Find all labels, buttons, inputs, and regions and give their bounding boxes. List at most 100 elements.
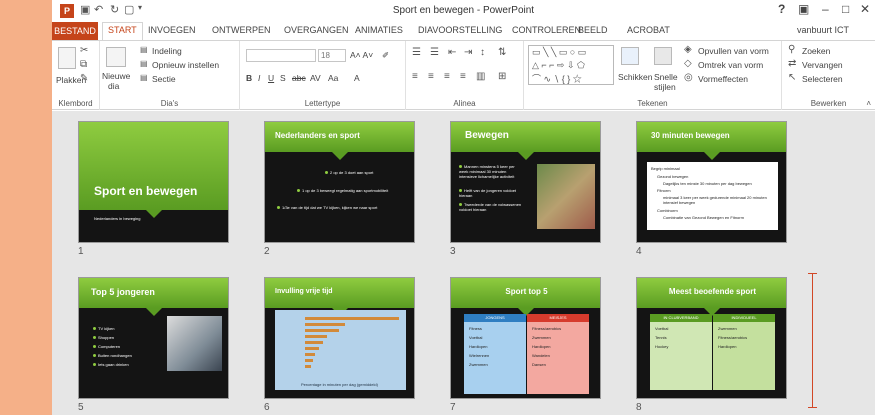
paste-icon bbox=[58, 47, 76, 69]
chart-bar bbox=[305, 323, 345, 326]
convert-smartart-icon[interactable]: ⊞ bbox=[498, 71, 506, 82]
tab-bestand[interactable]: BESTAND bbox=[52, 22, 98, 40]
slide-number-3: 3 bbox=[450, 246, 456, 257]
table-cell: Hardlopen bbox=[532, 344, 551, 349]
table-cell: Fitness/aerobics bbox=[532, 326, 562, 331]
align-right-icon[interactable]: ≡ bbox=[444, 71, 450, 82]
chart-area bbox=[275, 310, 406, 390]
section-button[interactable]: Sectie bbox=[152, 74, 176, 84]
table-cell: Zwemmen bbox=[469, 362, 488, 367]
slide-bullet: Computeren bbox=[93, 344, 120, 349]
justify-icon[interactable]: ≡ bbox=[460, 71, 466, 82]
table-header-boys: JONGENS bbox=[485, 315, 505, 320]
tab-acrobat[interactable]: ACROBAT bbox=[627, 25, 670, 35]
table-cell: Hockey bbox=[655, 344, 669, 349]
font-color-icon[interactable]: A bbox=[354, 73, 360, 83]
replace-button[interactable]: Vervangen bbox=[802, 60, 843, 70]
close-button[interactable]: ✕ bbox=[860, 2, 870, 16]
decrease-indent-icon[interactable]: ⇤ bbox=[448, 47, 456, 58]
slide-thumbnail-4[interactable]: 30 minuten bewegen Begrip minimaal Gezon… bbox=[636, 121, 787, 243]
slide-thumbnail-6[interactable]: Invulling vrije tijd Percentage in minut… bbox=[264, 277, 415, 399]
shape-fill-icon: ◈ bbox=[684, 44, 692, 55]
tab-beeld[interactable]: BEELD bbox=[578, 25, 608, 35]
help-button[interactable]: ? bbox=[778, 2, 785, 16]
line-spacing-icon[interactable]: ↕ bbox=[480, 47, 485, 58]
strikethrough-icon[interactable]: abc bbox=[292, 73, 306, 83]
tab-controleren[interactable]: CONTROLEREN bbox=[512, 25, 581, 35]
shape-effects-icon: ◎ bbox=[684, 72, 693, 83]
shape-effects-button[interactable]: Vormeffecten bbox=[698, 74, 748, 84]
table-cell: Voetbal bbox=[469, 335, 483, 340]
slide-bullet: Combinatie van Gezond Bewegen en Fitnorm bbox=[663, 215, 744, 220]
slide-thumbnail-8[interactable]: Meest beoefende sport IN CLUBVERBAND IND… bbox=[636, 277, 787, 399]
tab-animaties[interactable]: ANIMATIES bbox=[355, 25, 403, 35]
slide-thumbnail-5[interactable]: Top 5 jongeren TV kijken Shoppen Compute… bbox=[78, 277, 229, 399]
align-left-icon[interactable]: ≡ bbox=[412, 71, 418, 82]
arrange-icon bbox=[621, 47, 639, 65]
tab-invoegen[interactable]: INVOEGEN bbox=[148, 25, 196, 35]
spacing-icon[interactable]: AV bbox=[310, 73, 321, 83]
italic-icon[interactable]: I bbox=[258, 73, 260, 83]
font-group: 18 A˄ A˅ ✐ B I U S abc AV Aa A Lettertyp… bbox=[240, 41, 406, 110]
slide-thumbnail-7[interactable]: Sport top 5 JONGENS MEISJES Fitness Voet… bbox=[450, 277, 601, 399]
reset-button[interactable]: Opnieuw instellen bbox=[152, 60, 219, 70]
tab-diavoorstelling[interactable]: DIAVOORSTELLING bbox=[418, 25, 502, 35]
slide-thumbnail-3[interactable]: Bewegen Mannen minstens 5 keer per week … bbox=[450, 121, 601, 243]
text-direction-icon[interactable]: ⇅ bbox=[498, 47, 506, 58]
slide-bullet: Tweederde van de volwassenen voldoet hie… bbox=[459, 202, 522, 212]
slide-title: Invulling vrije tijd bbox=[275, 288, 333, 295]
shapes-row3-icon: ⌒ ∿ ∖ { } ☆ bbox=[532, 74, 582, 84]
quick-styles-label-2: stijlen bbox=[654, 82, 676, 92]
slide-thumbnail-2[interactable]: Nederlanders en sport 2 op de 3 doet aan… bbox=[264, 121, 415, 243]
slide-bullet: minimaal 3 keer per week gedurende minim… bbox=[663, 195, 767, 205]
select-icon: ↖ bbox=[788, 72, 797, 83]
tab-overgangen[interactable]: OVERGANGEN bbox=[284, 25, 349, 35]
new-slide-label-2: dia bbox=[108, 81, 120, 91]
quick-styles-button[interactable]: Snelle bbox=[654, 72, 678, 82]
paste-button[interactable]: Plakken bbox=[56, 75, 86, 85]
grow-font-icon[interactable]: A˄ A˅ bbox=[350, 50, 373, 60]
slide-bullet: 2 op de 3 doet aan sport bbox=[325, 170, 373, 175]
find-button[interactable]: Zoeken bbox=[802, 46, 830, 56]
new-slide-button[interactable]: Nieuwe bbox=[102, 71, 130, 81]
select-button[interactable]: Selecteren bbox=[802, 74, 843, 84]
slide-number-7: 7 bbox=[450, 402, 456, 413]
slide-number-4: 4 bbox=[636, 246, 642, 257]
minimize-button[interactable]: – bbox=[822, 2, 829, 16]
table-cell: Hardlopen bbox=[469, 344, 488, 349]
bullets-icon[interactable]: ☰ bbox=[412, 47, 421, 58]
account-name[interactable]: vanbuurt ICT bbox=[797, 25, 849, 35]
font-size-combo[interactable]: 18 bbox=[318, 49, 346, 62]
shadow-icon[interactable]: S bbox=[280, 73, 286, 83]
shape-fill-button[interactable]: Opvullen van vorm bbox=[698, 46, 769, 56]
change-case-icon[interactable]: Aa bbox=[328, 73, 338, 83]
layout-icon: ▤ bbox=[140, 45, 148, 54]
collapse-ribbon-icon[interactable]: ˄ bbox=[866, 99, 871, 108]
slide-bullet: Gezond bewegen bbox=[657, 174, 689, 179]
increase-indent-icon[interactable]: ⇥ bbox=[464, 47, 472, 58]
restore-button[interactable]: □ bbox=[842, 2, 849, 16]
insertion-marker bbox=[812, 273, 813, 408]
slide-bullet: Iets gaan drinken bbox=[93, 362, 129, 367]
numbering-icon[interactable]: ☰ bbox=[430, 47, 439, 58]
underline-icon[interactable]: U bbox=[268, 73, 274, 83]
tab-start[interactable]: START bbox=[102, 22, 143, 40]
layout-button[interactable]: Indeling bbox=[152, 46, 182, 56]
columns-icon[interactable]: ▥ bbox=[476, 71, 485, 82]
arrange-button[interactable]: Schikken bbox=[618, 72, 653, 82]
bold-icon[interactable]: B bbox=[246, 73, 252, 83]
align-center-icon[interactable]: ≡ bbox=[428, 71, 434, 82]
font-family-combo[interactable] bbox=[246, 49, 316, 62]
slide-bullet: Buiten rondhangen bbox=[93, 353, 132, 358]
tab-ontwerpen[interactable]: ONTWERPEN bbox=[212, 25, 271, 35]
slide-bullet: 1/3e van de tijd dat we TV kijken, kijke… bbox=[277, 205, 377, 210]
slide-thumbnail-1[interactable]: Sport en bewegen Nederlanders in bewegin… bbox=[78, 121, 229, 243]
copy-icon[interactable]: ⧉ bbox=[80, 59, 87, 70]
drawing-group-label: Tekenen bbox=[637, 99, 668, 108]
table-cell: Tennis bbox=[655, 335, 667, 340]
slide-title: Sport top 5 bbox=[505, 287, 548, 296]
cut-icon[interactable]: ✂ bbox=[80, 45, 88, 56]
shape-outline-button[interactable]: Omtrek van vorm bbox=[698, 60, 763, 70]
ribbon-display-options-button[interactable]: ▣ bbox=[798, 2, 809, 16]
clear-formatting-icon[interactable]: ✐ bbox=[382, 50, 389, 61]
